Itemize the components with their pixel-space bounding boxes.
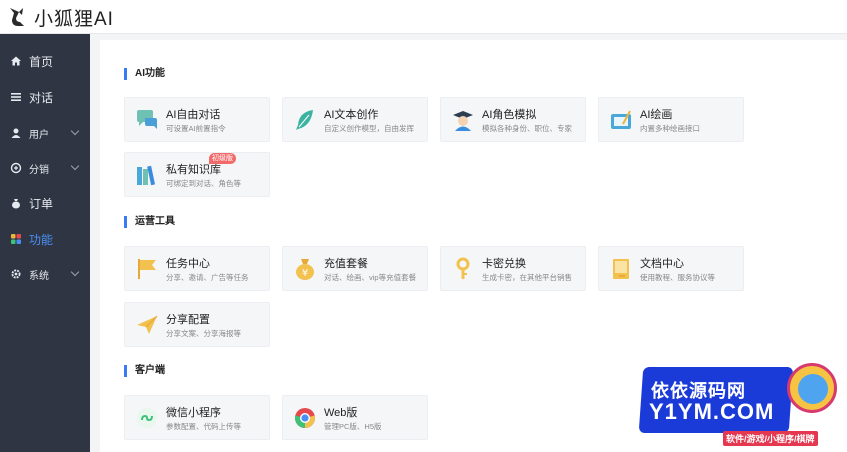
card-recharge-plans[interactable]: ¥ 充值套餐 对话、绘画、vip等充值套餐 [282,246,428,291]
sidebar-item-label: 分销 [29,164,49,176]
grid-icon [10,233,22,245]
books-icon [137,165,156,186]
version-badge: 初级版 [209,153,236,164]
money-bag-icon: ¥ [296,259,314,280]
card-knowledge-base[interactable]: 私有知识库 初级版 可绑定到对话、角色等 [124,152,270,197]
money-bag-icon [10,197,22,209]
sidebar-item-label: 对话 [29,90,54,105]
card-title: AI文本创作 [324,109,379,121]
card-desc: 模拟各种身份、职位、专家 [482,124,572,133]
card-desc: 参数配置、代码上传等 [166,422,241,431]
document-icon [613,259,629,279]
paper-plane-icon [137,315,158,334]
flag-icon [138,259,156,279]
key-icon [456,257,470,279]
card-desc: 使用教程、服务协议等 [640,273,715,282]
card-title: 微信小程序 [166,407,221,419]
home-icon [10,55,22,67]
top-bar: 小狐狸AI [0,0,847,34]
watermark-line3: 软件/游戏/小程序/棋牌 [723,431,818,446]
sidebar-item-label: 系统 [29,270,49,282]
sidebar-item-label: 功能 [29,232,54,247]
share-icon [10,162,22,174]
chrome-icon [294,408,316,428]
chevron-down-icon [70,267,80,277]
card-title: 任务中心 [166,258,210,270]
card-desc: 分享、邀请、广告等任务 [166,273,249,282]
paint-board-icon [611,110,631,129]
card-desc: 分享文案、分享海报等 [166,329,241,338]
card-desc: 自定义创作模型，自由发挥 [324,124,414,133]
card-desc: 生成卡密，在其他平台销售 [482,273,572,282]
watermark-logo: 依依源码网 Y1YM.COM 软件/游戏/小程序/棋牌 [627,355,847,452]
gear-icon [10,268,22,280]
mini-program-icon [137,408,157,428]
card-title: AI自由对话 [166,109,221,121]
card-desc: 管理PC版、H5版 [324,422,382,431]
card-task-center[interactable]: 任务中心 分享、邀请、广告等任务 [124,246,270,291]
sidebar-item-system[interactable]: 系统 [0,259,90,289]
card-title: 分享配置 [166,314,210,326]
sidebar-item-label: 订单 [29,196,54,211]
sidebar: 首页 对话 用户 分销 订单 功能 系统 [0,34,90,452]
sidebar-item-label: 用户 [29,129,49,141]
chevron-down-icon [70,126,80,136]
section-title-ai: AI功能 [124,68,165,80]
card-ai-drawing[interactable]: AI绘画 内置多种绘画接口 [598,97,744,142]
card-desc: 可设置AI前置指令 [166,124,226,133]
sidebar-item-home[interactable]: 首页 [0,46,90,76]
sidebar-item-features[interactable]: 功能 [0,224,90,254]
chevron-down-icon [70,161,80,171]
card-ai-chat[interactable]: AI自由对话 可设置AI前置指令 [124,97,270,142]
card-desc: 内置多种绘画接口 [640,124,700,133]
sidebar-item-label: 首页 [29,54,54,69]
card-wechat-miniprogram[interactable]: 微信小程序 参数配置、代码上传等 [124,395,270,440]
user-icon [10,127,22,139]
section-title-operations: 运营工具 [124,216,175,228]
card-share-config[interactable]: 分享配置 分享文案、分享海报等 [124,302,270,347]
graduate-icon [453,111,473,131]
section-title-clients: 客户端 [124,365,165,377]
card-title: AI角色模拟 [482,109,537,121]
sidebar-item-orders[interactable]: 订单 [0,188,90,218]
magnifier-icon [787,363,837,413]
app-name: 小狐狸AI [34,8,114,30]
sidebar-item-chat[interactable]: 对话 [0,82,90,112]
app-logo[interactable]: 小狐狸AI [8,5,114,30]
card-ai-roleplay[interactable]: AI角色模拟 模拟各种身份、职位、专家 [440,97,586,142]
watermark-line2: Y1YM.COM [649,399,775,424]
card-title: 卡密兑换 [482,258,526,270]
card-ai-writing[interactable]: AI文本创作 自定义创作模型，自由发挥 [282,97,428,142]
card-title: Web版 [324,407,358,419]
card-title: 充值套餐 [324,258,368,270]
card-redeem-code[interactable]: 卡密兑换 生成卡密，在其他平台销售 [440,246,586,291]
fox-logo-icon [10,8,24,26]
card-web-version[interactable]: Web版 管理PC版、H5版 [282,395,428,440]
sidebar-item-users[interactable]: 用户 [0,118,90,148]
card-desc: 可绑定到对话、角色等 [166,179,241,188]
feather-icon [296,110,313,130]
chat-bubble-icon [137,110,157,129]
sidebar-item-distribution[interactable]: 分销 [0,153,90,183]
card-title: 文档中心 [640,258,684,270]
card-document-center[interactable]: 文档中心 使用教程、服务协议等 [598,246,744,291]
card-desc: 对话、绘画、vip等充值套餐 [324,273,417,282]
list-icon [10,91,22,103]
card-title: AI绘画 [640,109,673,121]
svg-text:¥: ¥ [302,268,308,279]
